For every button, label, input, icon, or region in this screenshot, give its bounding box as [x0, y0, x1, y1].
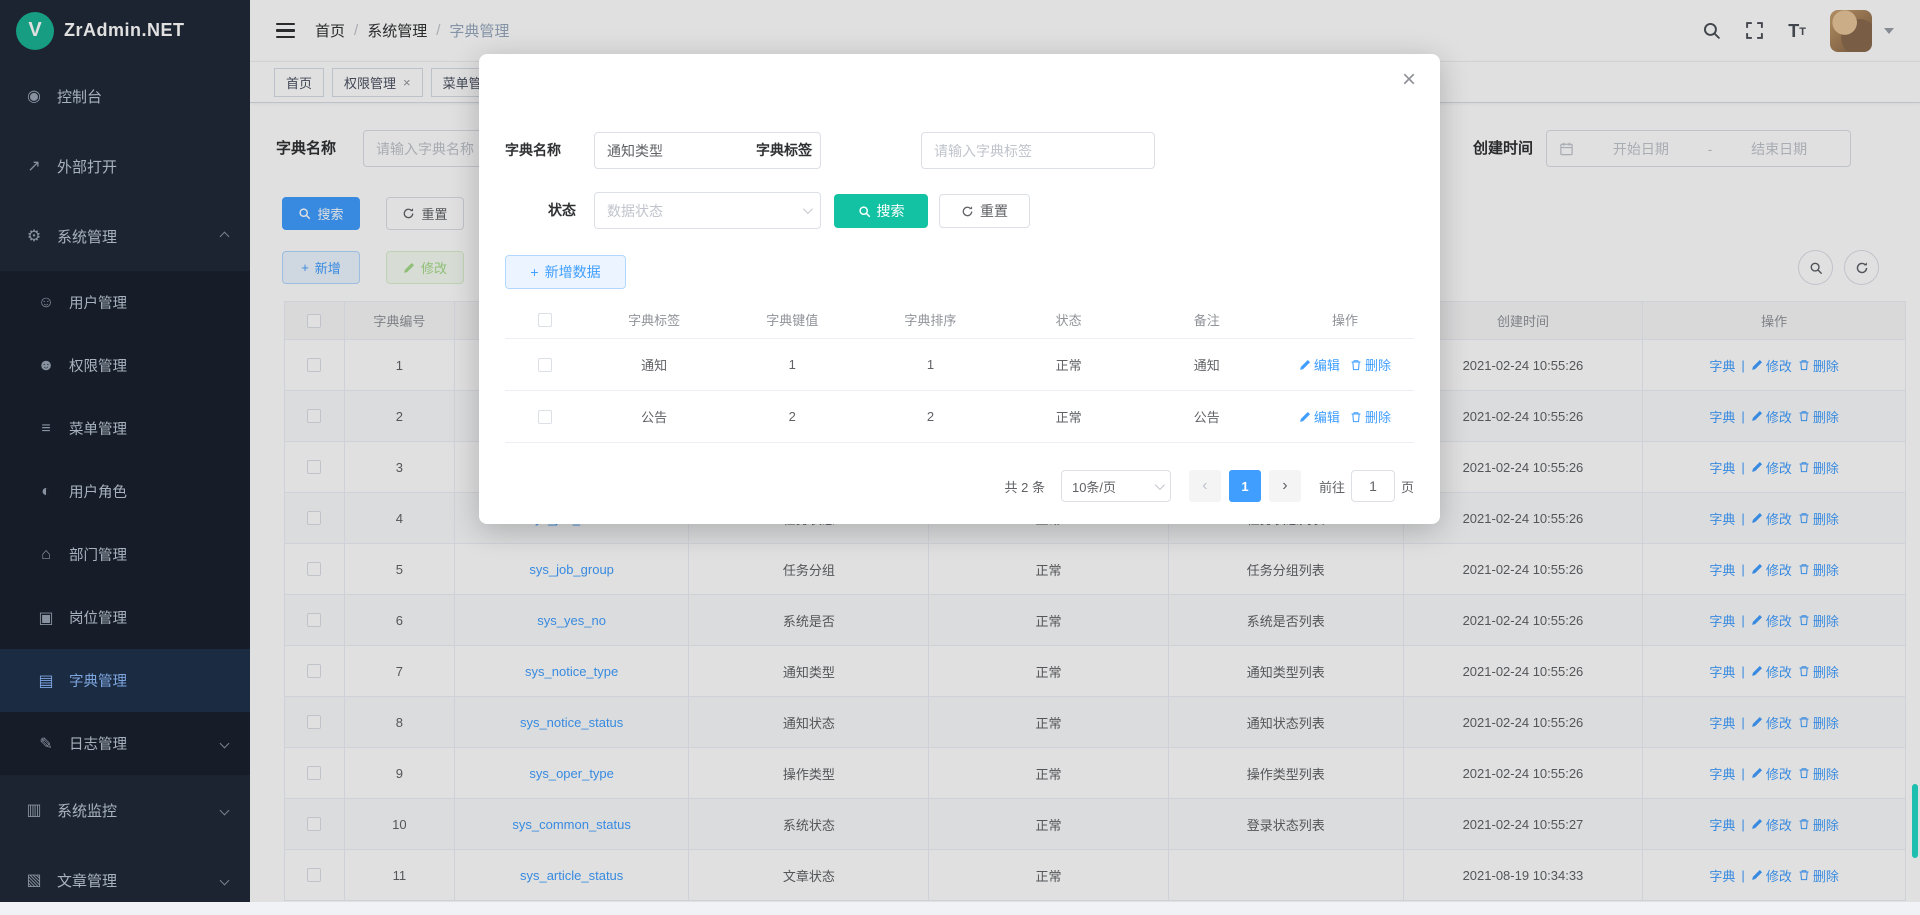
- remark-cell: 公告: [1138, 407, 1276, 426]
- value-cell: 1: [723, 357, 861, 372]
- prev-page-button[interactable]: ‹: [1189, 470, 1221, 502]
- dict-data-modal: × 字典名称 通知类型 字典标签 状态 数据状态 搜索 重置 + 新增数据 字典…: [479, 54, 1440, 524]
- value-cell: 2: [723, 409, 861, 424]
- close-icon[interactable]: ×: [1402, 68, 1416, 92]
- edit-icon: [1299, 359, 1311, 371]
- table-row: 公告 2 2 正常 公告 编辑 删除: [505, 391, 1414, 443]
- page-size-value: 10条/页: [1072, 477, 1116, 496]
- page-size-select[interactable]: 10条/页: [1061, 470, 1171, 502]
- refresh-icon: [961, 205, 974, 218]
- sort-cell: 2: [861, 409, 999, 424]
- table-row: 通知 1 1 正常 通知 编辑 删除: [505, 339, 1414, 391]
- chevron-down-icon: [1155, 480, 1165, 490]
- col-header-sort: 字典排序: [861, 310, 999, 329]
- prev-icon: ‹: [1202, 477, 1207, 495]
- status-select-placeholder: 数据状态: [607, 201, 663, 221]
- goto-label: 前往: [1319, 477, 1345, 496]
- plus-icon: +: [530, 264, 538, 280]
- col-header-remark: 备注: [1138, 310, 1276, 329]
- edit-link[interactable]: 编辑: [1299, 407, 1340, 426]
- next-icon: ›: [1282, 477, 1287, 495]
- dict-label-input[interactable]: [921, 132, 1155, 169]
- col-header-label: 字典标签: [585, 310, 723, 329]
- dict-data-table: 字典标签 字典键值 字典排序 状态 备注 操作 通知 1 1 正常 通知: [505, 301, 1414, 443]
- edit-icon: [1299, 411, 1311, 423]
- label-cell: 通知: [585, 355, 723, 374]
- table-header-row: 字典标签 字典键值 字典排序 状态 备注 操作: [505, 301, 1414, 339]
- delete-link[interactable]: 删除: [1350, 355, 1391, 374]
- modal-dict-label-label: 字典标签: [756, 132, 812, 169]
- modal-reset-button[interactable]: 重置: [939, 194, 1030, 228]
- page-number-button[interactable]: 1: [1229, 470, 1261, 502]
- col-header-status: 状态: [1000, 310, 1138, 329]
- pagination: 共 2 条 10条/页 ‹ 1 › 前往 页: [1005, 470, 1415, 502]
- delete-link[interactable]: 删除: [1350, 407, 1391, 426]
- select-all-checkbox[interactable]: [538, 313, 552, 327]
- goto-page-input[interactable]: [1351, 470, 1395, 502]
- pagination-total: 共 2 条: [1005, 477, 1045, 496]
- remark-cell: 通知: [1138, 355, 1276, 374]
- ops-cell: 编辑 删除: [1276, 407, 1414, 426]
- dict-type-select-value: 通知类型: [607, 141, 663, 161]
- search-icon: [858, 205, 871, 218]
- ops-cell: 编辑 删除: [1276, 355, 1414, 374]
- status-cell: 正常: [1000, 355, 1138, 374]
- status-cell: 正常: [1000, 407, 1138, 426]
- modal-status-label: 状态: [548, 192, 576, 229]
- modal-dict-name-label: 字典名称: [505, 132, 561, 169]
- row-checkbox[interactable]: [538, 410, 552, 424]
- label-cell: 公告: [585, 407, 723, 426]
- col-header-value: 字典键值: [723, 310, 861, 329]
- edit-link[interactable]: 编辑: [1299, 355, 1340, 374]
- next-page-button[interactable]: ›: [1269, 470, 1301, 502]
- add-data-button[interactable]: + 新增数据: [505, 255, 626, 289]
- delete-icon: [1350, 359, 1362, 371]
- row-checkbox[interactable]: [538, 358, 552, 372]
- page-unit: 页: [1401, 477, 1414, 496]
- scrollbar-thumb[interactable]: [1912, 784, 1918, 858]
- table-body: 通知 1 1 正常 通知 编辑 删除: [505, 339, 1414, 443]
- sort-cell: 1: [861, 357, 999, 372]
- col-header-ops: 操作: [1276, 310, 1414, 329]
- chevron-down-icon: [803, 204, 813, 214]
- modal-search-button[interactable]: 搜索: [834, 194, 928, 228]
- status-select[interactable]: 数据状态: [594, 192, 821, 229]
- delete-icon: [1350, 411, 1362, 423]
